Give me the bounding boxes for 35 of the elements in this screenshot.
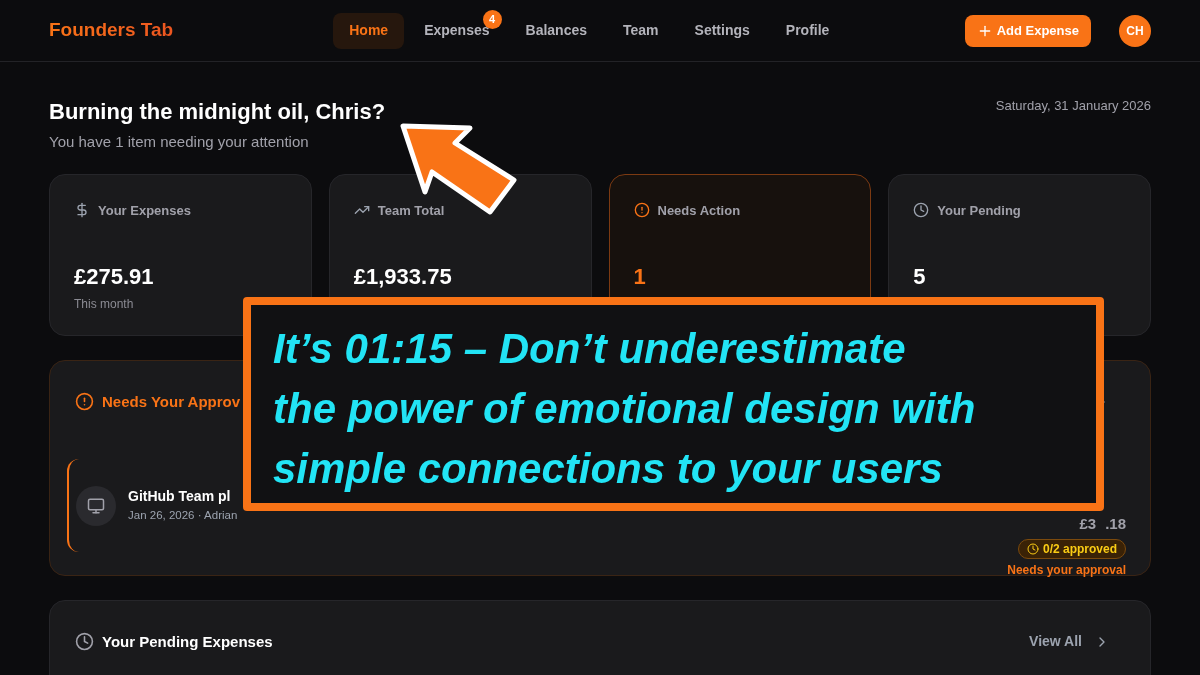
greeting-subtitle: You have 1 item needing your attention xyxy=(49,132,310,152)
stat-label: Your Expenses xyxy=(98,201,191,220)
approval-note: Needs your approval xyxy=(1007,561,1126,579)
expense-title: GitHub Team pl xyxy=(128,487,231,507)
monitor-icon xyxy=(87,496,105,515)
nav-tab[interactable]: Profile xyxy=(769,12,846,49)
view-all-link[interactable]: View All xyxy=(1029,631,1110,653)
stat-label: Your Pending xyxy=(937,201,1021,220)
nav-tab[interactable]: Home xyxy=(333,12,405,49)
greeting-title: Burning the midnight oil, Chris? xyxy=(49,98,386,126)
clock-icon xyxy=(1026,542,1039,555)
nav-tab[interactable]: Expenses 4 xyxy=(408,12,506,49)
dollar-icon xyxy=(74,202,90,219)
expense-amount: £3 xyxy=(1079,514,1097,534)
nav-tab[interactable]: Balances xyxy=(509,12,603,49)
stat-note: This month xyxy=(74,296,134,313)
stat-value: 1 xyxy=(633,263,647,291)
stat-value: £275.91 xyxy=(74,263,155,291)
clock-icon xyxy=(75,632,94,652)
alert-icon xyxy=(633,202,650,219)
caption-text: It’s 01:15 – Don’t underestimate the power of emotional design with simple connections to your users xyxy=(273,324,976,494)
nav-tab[interactable]: Team xyxy=(607,12,675,49)
stat-label: Team Total xyxy=(377,201,445,220)
expense-meta: Jan 26, 2026 · Adrian xyxy=(128,508,238,524)
expense-amount: .18 xyxy=(1105,514,1126,534)
date-label: Saturday, 31 January 2026 xyxy=(995,97,1151,115)
clock-icon xyxy=(913,202,930,219)
nav-tab[interactable]: Settings xyxy=(678,12,766,49)
stat-label: Needs Action xyxy=(657,201,741,220)
stat-value: 5 xyxy=(913,263,927,291)
status-badge: 0/2 approved xyxy=(1017,538,1126,559)
panel-title: Needs Your Approv xyxy=(102,391,241,412)
panel-title: Your Pending Expenses xyxy=(102,631,273,652)
alert-icon xyxy=(75,392,94,412)
stat-value: £1,933.75 xyxy=(353,263,453,291)
